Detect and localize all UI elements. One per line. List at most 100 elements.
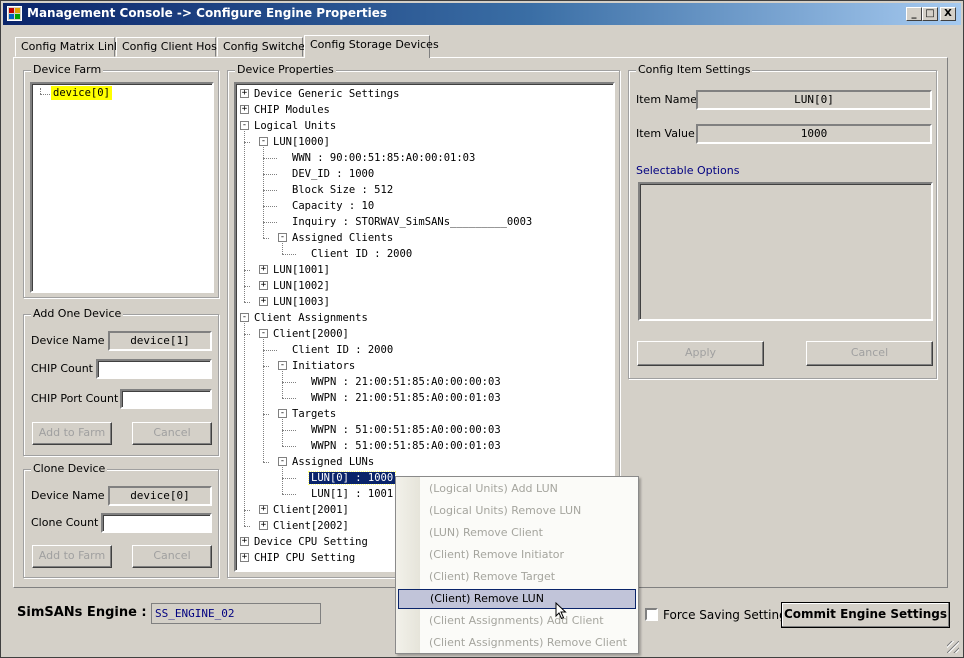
device-name-field: device[1] — [108, 331, 212, 351]
clone-device-title: Clone Device — [31, 462, 108, 475]
tree-node[interactable]: Client Assignments — [252, 310, 370, 326]
tree-node[interactable]: Client[2001] — [271, 502, 351, 518]
tree-node[interactable]: WWPN : 51:00:51:85:A0:00:01:03 — [309, 438, 503, 454]
expand-icon[interactable]: + — [259, 281, 268, 290]
tree-node[interactable]: WWPN : 21:00:51:85:A0:00:01:03 — [309, 390, 503, 406]
app-icon — [7, 6, 22, 21]
tree-connector — [282, 430, 296, 431]
minimize-icon[interactable]: _ — [906, 7, 922, 21]
title-bar[interactable]: Management Console -> Configure Engine P… — [3, 3, 961, 25]
device-farm-list[interactable]: device[0] — [30, 82, 214, 293]
engine-name-field[interactable]: SS_ENGINE_02 — [151, 603, 321, 624]
tree-node[interactable]: LUN[1] : 1001 — [309, 486, 395, 502]
collapse-icon[interactable]: - — [259, 329, 268, 338]
tree-node[interactable]: Targets — [290, 406, 338, 422]
tree-guide — [244, 323, 245, 526]
tree-node[interactable]: Client ID : 2000 — [290, 342, 395, 358]
clone-add-to-farm-button[interactable]: Add to Farm — [32, 545, 112, 568]
selectable-options-list[interactable] — [638, 182, 933, 321]
add-to-farm-button[interactable]: Add to Farm — [32, 422, 112, 445]
context-menu-item[interactable]: (Client Assignments) Add Client — [398, 611, 636, 631]
context-menu: (Logical Units) Add LUN (Logical Units) R… — [395, 476, 639, 654]
close-icon[interactable]: X — [940, 7, 956, 21]
expand-icon[interactable]: + — [259, 265, 268, 274]
tree-connector — [282, 478, 296, 479]
expand-icon[interactable]: + — [240, 105, 249, 114]
collapse-icon[interactable]: - — [278, 361, 287, 370]
tree-node[interactable]: LUN[0] : 1000 — [307, 470, 397, 486]
tree-node-label: WWPN : 51:00:51:85:A0:00:01:03 — [311, 440, 501, 452]
device-properties-title: Device Properties — [235, 63, 336, 76]
expand-icon[interactable]: + — [259, 297, 268, 306]
context-menu-item[interactable]: (Logical Units) Add LUN — [398, 479, 636, 499]
tree-node[interactable]: Assigned Clients — [290, 230, 395, 246]
tree-node[interactable]: CHIP Modules — [252, 102, 332, 118]
tree-node[interactable]: Block Size : 512 — [290, 182, 395, 198]
force-saving-checkbox[interactable] — [645, 608, 658, 621]
tab-config-client-hosts[interactable]: Config Client Hosts — [116, 37, 227, 57]
context-menu-item[interactable]: (Client) Remove LUN — [398, 589, 636, 609]
tree-node[interactable]: Initiators — [290, 358, 357, 374]
collapse-icon[interactable]: - — [240, 313, 249, 322]
maximize-icon[interactable]: □ — [922, 7, 938, 21]
tree-node-label: Block Size : 512 — [292, 184, 394, 196]
commit-engine-settings-button[interactable]: Commit Engine Settings — [781, 602, 950, 628]
device-name-label: Device Name — [31, 334, 105, 347]
collapse-icon[interactable]: - — [278, 409, 287, 418]
tree-node[interactable]: Capacity : 10 — [290, 198, 376, 214]
expand-icon[interactable]: + — [240, 537, 249, 546]
collapse-icon[interactable]: - — [240, 121, 249, 130]
tree-node-label: Client ID : 2000 — [311, 248, 413, 260]
tree-connector — [263, 158, 277, 159]
tree-node-label: Client ID : 2000 — [292, 344, 394, 356]
clone-device-name-field: device[0] — [108, 486, 212, 506]
tree-connector — [282, 254, 296, 255]
chip-port-count-input[interactable] — [120, 389, 212, 409]
config-cancel-button[interactable]: Cancel — [806, 341, 933, 366]
collapse-icon[interactable]: - — [259, 137, 268, 146]
context-menu-item[interactable]: (Logical Units) Remove LUN — [398, 501, 636, 521]
tree-node[interactable]: Client[2002] — [271, 518, 351, 534]
tree-node[interactable]: Inquiry : STORWAV_SimSANs_________0003 — [290, 214, 534, 230]
tree-node-label: WWN : 90:00:51:85:A0:00:01:03 — [292, 152, 476, 164]
collapse-icon[interactable]: - — [278, 233, 287, 242]
clone-cancel-button[interactable]: Cancel — [132, 545, 212, 568]
tab-config-matrix-links[interactable]: Config Matrix Links — [15, 37, 126, 57]
tree-node[interactable]: LUN[1000] — [271, 134, 332, 150]
resize-grip-icon[interactable] — [947, 641, 959, 653]
tree-node[interactable]: DEV_ID : 1000 — [290, 166, 376, 182]
tree-node[interactable]: Logical Units — [252, 118, 338, 134]
device-farm-title: Device Farm — [31, 63, 104, 76]
tree-node[interactable]: Assigned LUNs — [290, 454, 376, 470]
collapse-icon[interactable]: - — [278, 457, 287, 466]
tree-node[interactable]: Device Generic Settings — [252, 86, 401, 102]
tree-node[interactable]: WWN : 90:00:51:85:A0:00:01:03 — [290, 150, 477, 166]
tree-node[interactable]: LUN[1002] — [271, 278, 332, 294]
tab-config-storage-devices[interactable]: Config Storage Devices — [304, 35, 439, 58]
apply-button[interactable]: Apply — [637, 341, 764, 366]
device-farm-item[interactable]: device[0] — [51, 86, 112, 100]
expand-icon[interactable]: + — [259, 521, 268, 530]
force-saving-label[interactable]: Force Saving Settings — [663, 608, 793, 622]
tree-node[interactable]: LUN[1003] — [271, 294, 332, 310]
tab-config-switches[interactable]: Config Switches — [217, 37, 311, 57]
context-menu-item[interactable]: (Client Assignments) Remove Client — [398, 633, 636, 653]
add-cancel-button[interactable]: Cancel — [132, 422, 212, 445]
context-menu-item[interactable]: (LUN) Remove Client — [398, 523, 636, 543]
tree-node-label: Client[2000] — [273, 328, 349, 340]
clone-count-input[interactable] — [101, 513, 212, 533]
context-menu-item[interactable]: (Client) Remove Target — [398, 567, 636, 587]
config-item-settings-title: Config Item Settings — [636, 63, 753, 76]
tree-node[interactable]: CHIP CPU Setting — [252, 550, 357, 566]
tree-node[interactable]: LUN[1001] — [271, 262, 332, 278]
tree-node[interactable]: Device CPU Setting — [252, 534, 370, 550]
tree-node[interactable]: Client[2000] — [271, 326, 351, 342]
tree-node[interactable]: Client ID : 2000 — [309, 246, 414, 262]
tree-node[interactable]: WWPN : 51:00:51:85:A0:00:00:03 — [309, 422, 503, 438]
context-menu-item[interactable]: (Client) Remove Initiator — [398, 545, 636, 565]
expand-icon[interactable]: + — [240, 89, 249, 98]
expand-icon[interactable]: + — [259, 505, 268, 514]
chip-count-input[interactable] — [96, 359, 212, 379]
expand-icon[interactable]: + — [240, 553, 249, 562]
tree-node[interactable]: WWPN : 21:00:51:85:A0:00:00:03 — [309, 374, 503, 390]
